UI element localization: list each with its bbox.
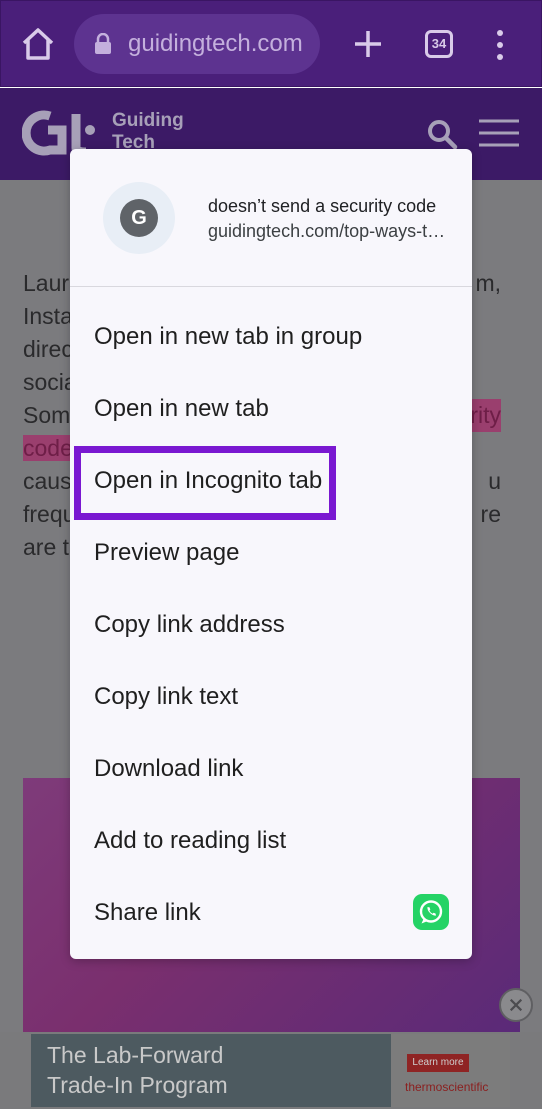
article-line-left: Laur: [23, 270, 70, 296]
menu-item-open-in-new-tab[interactable]: Open in new tab: [70, 373, 472, 445]
context-menu-header: G doesn’t send a security code guidingte…: [70, 149, 472, 287]
article-line-left: direc: [23, 336, 73, 362]
ad-learn-more-button[interactable]: Learn more: [407, 1054, 469, 1072]
menu-item-download-link[interactable]: Download link: [70, 733, 472, 805]
article-line-right: u: [488, 468, 501, 494]
article-line-left: Som: [23, 402, 71, 428]
search-icon[interactable]: [426, 118, 458, 150]
menu-item-preview-page[interactable]: Preview page: [70, 517, 472, 589]
menu-item-copy-link-address[interactable]: Copy link address: [70, 589, 472, 661]
browser-toolbar: guidingtech.com 34: [0, 0, 542, 87]
menu-item-label: Open in new tab: [94, 395, 269, 422]
menu-item-copy-link-text[interactable]: Copy link text: [70, 661, 472, 733]
article-line-left: Insta: [23, 303, 73, 329]
menu-item-open-in-new-tab-in-group[interactable]: Open in new tab in group: [70, 301, 472, 373]
menu-item-label: Open in new tab in group: [94, 323, 363, 350]
lock-icon: [95, 33, 111, 54]
link-title: doesn’t send a security code: [208, 196, 437, 216]
incognito-highlight-box: [74, 446, 336, 520]
article-line-left: code: [23, 435, 73, 461]
site-name-line1: Guiding: [112, 110, 184, 131]
menu-item-label: Download link: [94, 755, 244, 782]
article-line-right: m,: [475, 270, 501, 296]
close-ad-icon[interactable]: [499, 988, 533, 1022]
menu-item-label: Copy link text: [94, 683, 239, 710]
article-line-left: are t: [23, 534, 70, 560]
site-name: Guiding Tech: [112, 110, 184, 154]
menu-item-add-to-reading-list[interactable]: Add to reading list: [70, 805, 472, 877]
article-line-left: caus: [23, 468, 72, 494]
article-line-left: frequ: [23, 501, 76, 527]
ad-brand: thermoscientific: [405, 1080, 489, 1094]
menu-item-label: Copy link address: [94, 611, 285, 638]
ad-area: The Lab-Forward Trade-In Program Learn m…: [0, 1032, 542, 1109]
ad-line2: Trade-In Program: [47, 1072, 228, 1098]
new-tab-icon[interactable]: [351, 27, 385, 61]
ad-line1: The Lab-Forward: [47, 1042, 224, 1068]
link-url: guidingtech.com/top-ways-t…: [208, 221, 446, 241]
tab-switcher-button[interactable]: 34: [425, 30, 453, 58]
favicon-icon: G: [120, 199, 158, 237]
link-context-menu: G doesn’t send a security code guidingte…: [70, 149, 472, 959]
ad-banner[interactable]: The Lab-Forward Trade-In Program Learn m…: [31, 1034, 510, 1107]
more-menu-icon[interactable]: [495, 29, 505, 61]
menu-item-share-link[interactable]: Share link: [70, 877, 472, 949]
menu-item-label: Preview page: [94, 539, 240, 566]
article-line-right: re: [480, 501, 501, 527]
home-icon[interactable]: [19, 25, 57, 63]
ad-right-panel: Learn more thermoscientific: [391, 1034, 510, 1107]
hamburger-menu-icon[interactable]: [478, 118, 520, 148]
whatsapp-icon[interactable]: [413, 894, 449, 930]
favicon-container: G: [103, 182, 175, 254]
article-line-right: rity: [470, 399, 501, 432]
url-bar[interactable]: guidingtech.com: [74, 14, 320, 74]
menu-item-label: Share link: [94, 899, 201, 926]
article-line-left: socia: [23, 369, 77, 395]
url-text: guidingtech.com: [128, 30, 303, 57]
menu-item-label: Add to reading list: [94, 827, 287, 854]
